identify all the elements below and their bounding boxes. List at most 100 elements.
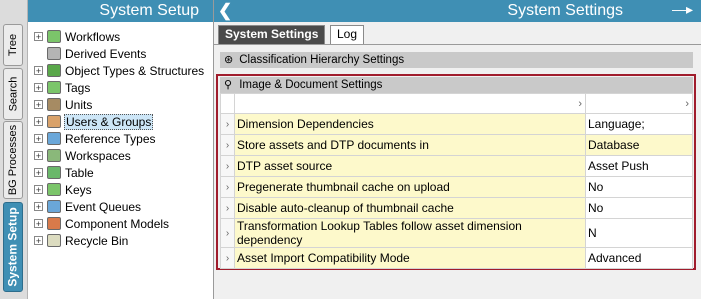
expand-toggle-icon[interactable]: + — [34, 66, 43, 76]
tree-item-label[interactable]: Reference Types — [64, 132, 157, 146]
panel-title: System Setup — [28, 0, 213, 22]
setting-row[interactable]: › Asset Import Compatibility Mode Advanced — [220, 247, 693, 269]
key-icon — [47, 183, 61, 196]
tree-item-label[interactable]: Workspaces — [64, 149, 132, 163]
tree-item-label[interactable]: Derived Events — [64, 47, 147, 61]
row-expand-icon[interactable]: › — [220, 197, 235, 219]
settings-header: ❮ System Settings —▸ — [214, 0, 701, 22]
image-document-section[interactable]: ⚲ Image & Document Settings — [220, 77, 693, 93]
tab-tree-label: Tree — [7, 33, 19, 57]
tree-item[interactable]: + Users & Groups — [34, 113, 213, 130]
setting-value[interactable]: No — [585, 176, 693, 198]
events-icon — [47, 47, 61, 60]
setting-row[interactable]: › Dimension Dependencies Language; — [220, 113, 693, 135]
expand-toggle-icon[interactable]: + — [34, 151, 43, 161]
tree-item[interactable]: + Keys — [34, 181, 213, 198]
system-settings-panel: ❮ System Settings —▸ System Settings Log… — [214, 0, 701, 299]
tab-system-setup[interactable]: System Setup — [3, 202, 23, 292]
setting-row[interactable]: › Store assets and DTP documents in Databa… — [220, 134, 693, 156]
expand-toggle-icon[interactable]: + — [34, 32, 43, 42]
setting-value[interactable]: Asset Push — [585, 155, 693, 177]
settings-tab-bar: System Settings Log — [214, 22, 701, 45]
tab-search-label: Search — [7, 76, 20, 112]
event-queue-icon — [47, 200, 61, 213]
row-expand-icon[interactable]: › — [220, 134, 235, 156]
units-icon — [47, 98, 61, 111]
tree-item[interactable]: + Recycle Bin — [34, 232, 213, 249]
expand-toggle-icon[interactable]: + — [34, 168, 43, 178]
setting-value[interactable]: N — [585, 218, 693, 248]
expand-toggle-icon[interactable]: + — [34, 117, 43, 127]
tree-item-label[interactable]: Keys — [64, 183, 93, 197]
row-expand-icon[interactable]: › — [220, 176, 235, 198]
tree-item[interactable]: + Tags — [34, 79, 213, 96]
tree-item-label[interactable]: Component Models — [64, 217, 170, 231]
tree-item-label[interactable]: Event Queues — [64, 200, 142, 214]
row-indicator — [220, 93, 235, 114]
setting-value[interactable]: Language; — [585, 113, 693, 135]
vertical-tab-strip: Tree Search BG Processes System Setup — [0, 0, 28, 299]
tree-item-label[interactable]: Recycle Bin — [64, 234, 129, 248]
classification-hierarchy-section[interactable]: ⊛ Classification Hierarchy Settings — [220, 52, 693, 68]
tree-item-label[interactable]: Workflows — [64, 30, 121, 44]
recycle-bin-icon — [47, 234, 61, 247]
tree-item[interactable]: + Reference Types — [34, 130, 213, 147]
tree-item[interactable]: Derived Events — [34, 45, 213, 62]
tree-item[interactable]: + Component Models — [34, 215, 213, 232]
setting-value[interactable]: No — [585, 197, 693, 219]
tree-item-label[interactable]: Table — [64, 166, 95, 180]
component-models-icon — [47, 217, 61, 230]
setting-name: Dimension Dependencies — [234, 113, 586, 135]
users-icon — [47, 115, 61, 128]
tree-item[interactable]: + Units — [34, 96, 213, 113]
row-expand-icon[interactable]: › — [220, 218, 235, 248]
setting-row[interactable]: › Transformation Lookup Tables follow ass… — [220, 218, 693, 248]
expand-toggle-icon[interactable]: + — [34, 236, 43, 246]
setting-name: Transformation Lookup Tables follow asse… — [234, 218, 586, 248]
tree-item[interactable]: + Table — [34, 164, 213, 181]
reference-types-icon — [47, 132, 61, 145]
back-arrow-icon[interactable]: ❮ — [218, 1, 232, 21]
tab-bg-processes-label: BG Processes — [7, 124, 19, 196]
tree-item[interactable]: + Workspaces — [34, 147, 213, 164]
tree-item-label[interactable]: Object Types & Structures — [64, 64, 205, 78]
row-expand-icon[interactable]: › — [220, 247, 235, 269]
tree-item[interactable]: + Object Types & Structures — [34, 62, 213, 79]
pin-icon[interactable]: —▸ — [672, 1, 693, 18]
tree-item-label[interactable]: Tags — [64, 81, 91, 95]
expand-toggle-icon[interactable]: + — [34, 100, 43, 110]
tree-item-label[interactable]: Units — [64, 98, 93, 112]
tab-search[interactable]: Search — [3, 68, 23, 120]
setting-value[interactable]: Database — [585, 134, 693, 156]
tree-item[interactable]: + Workflows — [34, 28, 213, 45]
tab-log[interactable]: Log — [330, 25, 365, 44]
setting-name: DTP asset source — [234, 155, 586, 177]
tree-item-label[interactable]: Users & Groups — [64, 113, 154, 130]
settings-title: System Settings — [507, 2, 623, 19]
tab-bg-processes[interactable]: BG Processes — [3, 121, 23, 199]
setting-row[interactable]: › DTP asset source Asset Push — [220, 155, 693, 177]
tab-tree[interactable]: Tree — [3, 24, 23, 66]
row-expand-icon[interactable]: › — [220, 113, 235, 135]
tab-system-settings[interactable]: System Settings — [218, 25, 326, 44]
setting-row[interactable]: › Pregenerate thumbnail cache on upload No — [220, 176, 693, 198]
workspace-icon — [47, 149, 61, 162]
setting-value[interactable]: Advanced — [585, 247, 693, 269]
expand-toggle-icon[interactable]: + — [34, 185, 43, 195]
grid-header-row: › › — [220, 93, 693, 114]
tab-system-setup-label: System Setup — [6, 207, 21, 287]
object-types-icon — [47, 64, 61, 77]
expand-toggle-icon[interactable]: + — [34, 219, 43, 229]
workflow-icon — [47, 30, 61, 43]
setting-name: Pregenerate thumbnail cache on upload — [234, 176, 586, 198]
value-column-header[interactable]: › — [585, 93, 693, 114]
expand-toggle-icon[interactable]: + — [34, 83, 43, 93]
setting-row[interactable]: › Disable auto-cleanup of thumbnail cache… — [220, 197, 693, 219]
setting-name: Asset Import Compatibility Mode — [234, 247, 586, 269]
row-expand-icon[interactable]: › — [220, 155, 235, 177]
tree-item[interactable]: + Event Queues — [34, 198, 213, 215]
name-column-header[interactable]: › — [234, 93, 586, 114]
expand-toggle-icon[interactable]: + — [34, 134, 43, 144]
expand-toggle-icon[interactable]: + — [34, 202, 43, 212]
